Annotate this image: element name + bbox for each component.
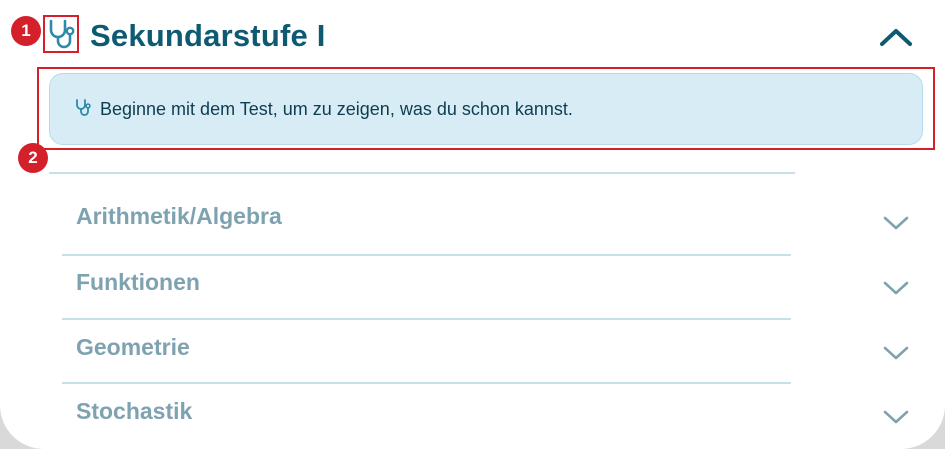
topic-label-funktionen[interactable]: Funktionen: [76, 267, 200, 297]
chevron-down-icon[interactable]: [881, 213, 911, 233]
topic-label-geometrie[interactable]: Geometrie: [76, 332, 190, 362]
chevron-down-icon[interactable]: [881, 278, 911, 298]
section-card: Sekundarstufe I 1 Beginne mit dem Test, …: [0, 0, 945, 449]
chevron-up-icon[interactable]: [876, 20, 916, 54]
divider: [62, 254, 791, 256]
topic-label-arithmetik-algebra[interactable]: Arithmetik/Algebra: [76, 201, 282, 231]
divider: [62, 318, 791, 320]
chevron-down-icon[interactable]: [881, 407, 911, 427]
stethoscope-icon: [49, 19, 75, 49]
topic-label-stochastik[interactable]: Stochastik: [76, 396, 192, 426]
divider: [62, 382, 791, 384]
annotation-box-2: [37, 67, 935, 150]
annotation-marker-2: 2: [18, 143, 48, 173]
section-title: Sekundarstufe I: [90, 18, 326, 53]
chevron-down-icon[interactable]: [881, 343, 911, 363]
divider: [49, 172, 795, 174]
annotation-marker-1: 1: [11, 16, 41, 46]
